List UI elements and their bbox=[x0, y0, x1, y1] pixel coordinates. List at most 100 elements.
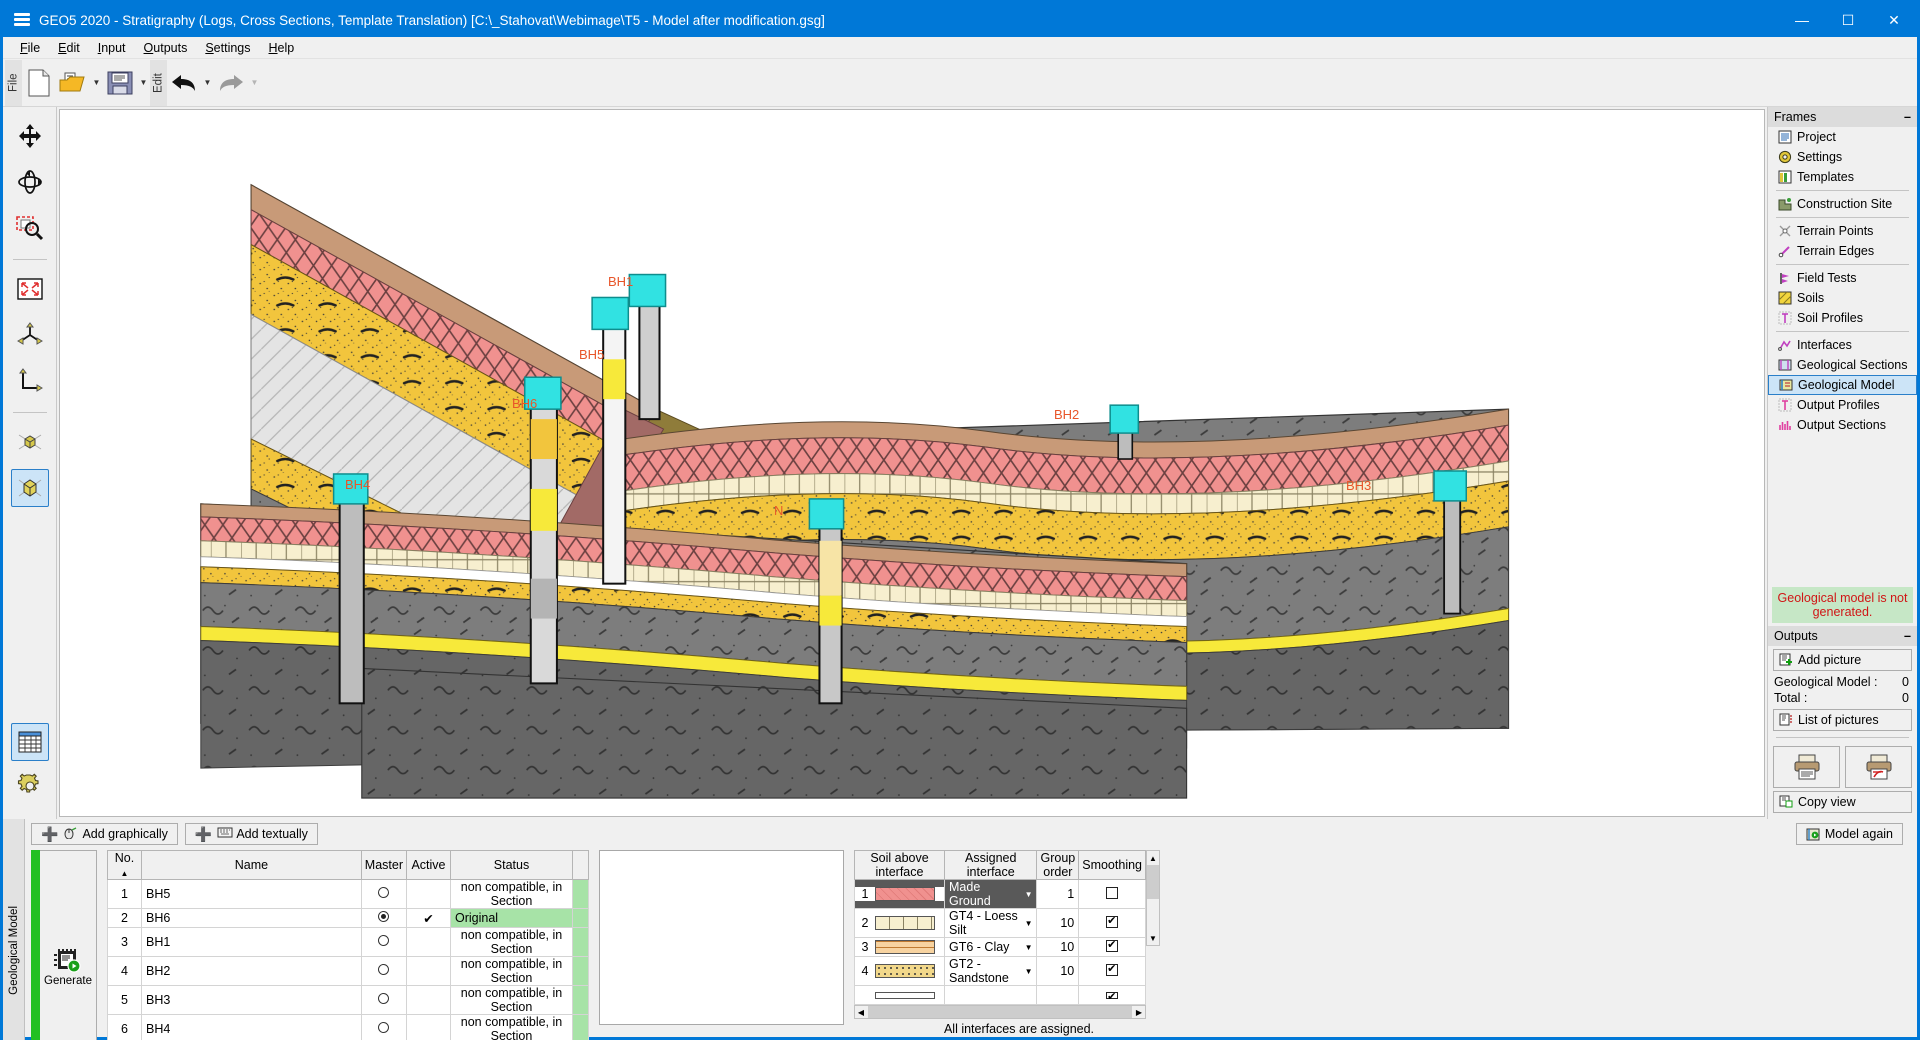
open-folder-icon[interactable] bbox=[56, 63, 90, 103]
vertical-tab-geological-model[interactable]: Geological Model bbox=[3, 819, 25, 1040]
sidebar-item-templates[interactable]: Templates bbox=[1768, 167, 1917, 187]
model-again-button[interactable]: Model again bbox=[1795, 823, 1903, 845]
table-row[interactable]: 3 BH1 non compatible, in Section bbox=[107, 927, 589, 957]
smoothing-checkbox[interactable] bbox=[1106, 885, 1119, 899]
table-row-partial[interactable] bbox=[854, 985, 1146, 1005]
sidebar-item-soil-profiles[interactable]: Soil Profiles bbox=[1768, 308, 1917, 328]
flat-model-tool[interactable] bbox=[11, 423, 49, 461]
cell-master[interactable] bbox=[360, 956, 408, 986]
smoothing-checkbox[interactable] bbox=[1106, 962, 1119, 976]
undo-arrow-icon[interactable] bbox=[167, 63, 201, 103]
sidebar-item-output-sections[interactable]: Output Sections bbox=[1768, 415, 1917, 435]
add-graphically-button[interactable]: ➕ Add graphically bbox=[31, 823, 178, 845]
chevron-down-icon[interactable]: ▼ bbox=[1025, 919, 1033, 928]
cell-master[interactable] bbox=[360, 985, 408, 1015]
copy-view-button[interactable]: Copy view bbox=[1773, 791, 1912, 813]
table-row[interactable]: 1 Made Ground ▼ 1 bbox=[854, 879, 1146, 909]
close-button[interactable]: ✕ bbox=[1871, 3, 1917, 37]
table-row[interactable]: 4 BH2 non compatible, in Section bbox=[107, 956, 589, 986]
cell-master[interactable] bbox=[360, 879, 408, 909]
cell-master[interactable] bbox=[360, 908, 408, 928]
save-floppy-icon[interactable] bbox=[103, 63, 137, 103]
col-status[interactable]: Status bbox=[450, 850, 573, 880]
sidebar-item-soils[interactable]: Soils bbox=[1768, 288, 1917, 308]
menu-edit[interactable]: Edit bbox=[49, 39, 89, 57]
sidebar-item-output-profiles[interactable]: Output Profiles bbox=[1768, 395, 1917, 415]
add-picture-button[interactable]: Add picture bbox=[1773, 649, 1912, 671]
table-row[interactable]: 1 BH5 non compatible, in Section bbox=[107, 879, 589, 909]
outputs-minimize-icon[interactable]: – bbox=[1904, 630, 1911, 643]
geological-model-canvas[interactable]: BH1 BH5 BH6 BH4 BH2 BH3 N bbox=[59, 109, 1765, 817]
table-row[interactable]: 5 BH3 non compatible, in Section bbox=[107, 985, 589, 1015]
master-radio[interactable] bbox=[378, 911, 390, 922]
smoothing-checkbox[interactable] bbox=[1106, 914, 1119, 928]
preview-pane[interactable] bbox=[599, 850, 844, 1025]
cell-smoothing[interactable] bbox=[1078, 908, 1146, 938]
minimize-button[interactable]: — bbox=[1779, 3, 1825, 37]
table-row[interactable]: 2 GT4 - Loess Silt ▼ 10 bbox=[854, 908, 1146, 938]
table-row[interactable]: 2 BH6 ✔ Original bbox=[107, 908, 589, 928]
sidebar-item-construction-site[interactable]: Construction Site bbox=[1768, 194, 1917, 214]
smoothing-checkbox[interactable] bbox=[1106, 938, 1119, 952]
master-radio[interactable] bbox=[378, 887, 390, 898]
zoom-all-tool[interactable] bbox=[11, 270, 49, 308]
cell-assigned[interactable]: GT6 - Clay ▼ bbox=[943, 937, 1038, 957]
sidebar-item-settings[interactable]: Settings bbox=[1768, 147, 1917, 167]
scroll-thumb[interactable] bbox=[868, 1006, 1132, 1018]
menu-file[interactable]: FFileile bbox=[11, 39, 49, 57]
cell-assigned[interactable]: GT2 - Sandstone ▼ bbox=[943, 956, 1038, 986]
table-row[interactable]: 4 GT2 - Sandstone ▼ 10 bbox=[854, 956, 1146, 986]
rotate-tool[interactable] bbox=[11, 163, 49, 201]
chevron-down-icon[interactable]: ▼ bbox=[1025, 967, 1033, 976]
col-no[interactable]: No. ▲ bbox=[107, 850, 142, 880]
boreholes-table[interactable]: No. ▲ Name Master Active Status 1 BH5 no… bbox=[107, 850, 589, 1040]
sidebar-item-project[interactable]: Project bbox=[1768, 127, 1917, 147]
col-name[interactable]: Name bbox=[141, 850, 362, 880]
save-dropdown-caret[interactable]: ▼ bbox=[137, 63, 150, 103]
col-soil-above-interface[interactable]: Soil above interface bbox=[854, 850, 945, 880]
frames-minimize-icon[interactable]: – bbox=[1904, 111, 1911, 124]
cell-active[interactable]: ✔ bbox=[406, 908, 451, 928]
col-active[interactable]: Active bbox=[406, 850, 451, 880]
cell-active[interactable] bbox=[406, 927, 451, 957]
menu-settings[interactable]: Settings bbox=[196, 39, 259, 57]
scroll-left-arrow[interactable]: ◀ bbox=[855, 1008, 867, 1017]
sidebar-item-field-tests[interactable]: Field Tests bbox=[1768, 268, 1917, 288]
scroll-down-arrow[interactable]: ▼ bbox=[1149, 931, 1157, 945]
axonometric-view-tool[interactable] bbox=[11, 316, 49, 354]
new-file-icon[interactable] bbox=[22, 63, 56, 103]
table-view-tool[interactable] bbox=[10, 723, 49, 761]
col-group-order[interactable]: Group order bbox=[1036, 850, 1080, 880]
interfaces-horizontal-scrollbar[interactable]: ◀ ▶ bbox=[854, 1005, 1146, 1019]
smoothing-checkbox[interactable] bbox=[1106, 990, 1119, 1003]
scroll-right-arrow[interactable]: ▶ bbox=[1133, 1008, 1145, 1017]
redo-arrow-icon[interactable] bbox=[214, 63, 248, 103]
add-textually-button[interactable]: ➕ Add textually bbox=[184, 823, 318, 845]
scroll-thumb[interactable] bbox=[1147, 865, 1159, 899]
cell-active[interactable] bbox=[406, 956, 451, 986]
undo-dropdown-caret[interactable]: ▼ bbox=[201, 63, 214, 103]
cell-master[interactable] bbox=[360, 927, 408, 957]
col-smoothing[interactable]: Smoothing bbox=[1078, 850, 1146, 880]
open-dropdown-caret[interactable]: ▼ bbox=[90, 63, 103, 103]
menu-help[interactable]: Help bbox=[260, 39, 304, 57]
interfaces-table[interactable]: Soil above interface Assigned interface … bbox=[854, 850, 1146, 1005]
master-radio[interactable] bbox=[378, 993, 390, 1004]
maximize-button[interactable]: ☐ bbox=[1825, 3, 1871, 37]
master-radio[interactable] bbox=[378, 935, 390, 946]
master-radio[interactable] bbox=[378, 964, 390, 975]
menu-outputs[interactable]: Outputs bbox=[135, 39, 197, 57]
cell-smoothing[interactable] bbox=[1078, 956, 1146, 986]
cell-active[interactable] bbox=[406, 985, 451, 1015]
plan-view-tool[interactable] bbox=[11, 362, 49, 400]
list-of-pictures-button[interactable]: List of pictures bbox=[1773, 709, 1912, 731]
sidebar-item-terrain-points[interactable]: Terrain Points bbox=[1768, 221, 1917, 241]
chevron-down-icon[interactable]: ▼ bbox=[1025, 890, 1033, 899]
menu-input[interactable]: Input bbox=[89, 39, 135, 57]
col-master[interactable]: Master bbox=[360, 850, 408, 880]
print-preview-button[interactable] bbox=[1845, 746, 1912, 788]
sidebar-item-geological-model[interactable]: Geological Model bbox=[1768, 375, 1917, 395]
cell-assigned[interactable]: Made Ground ▼ bbox=[943, 879, 1038, 909]
solid-model-tool[interactable] bbox=[10, 469, 49, 507]
table-row[interactable]: 6 BH4 non compatible, in Section bbox=[107, 1014, 589, 1040]
